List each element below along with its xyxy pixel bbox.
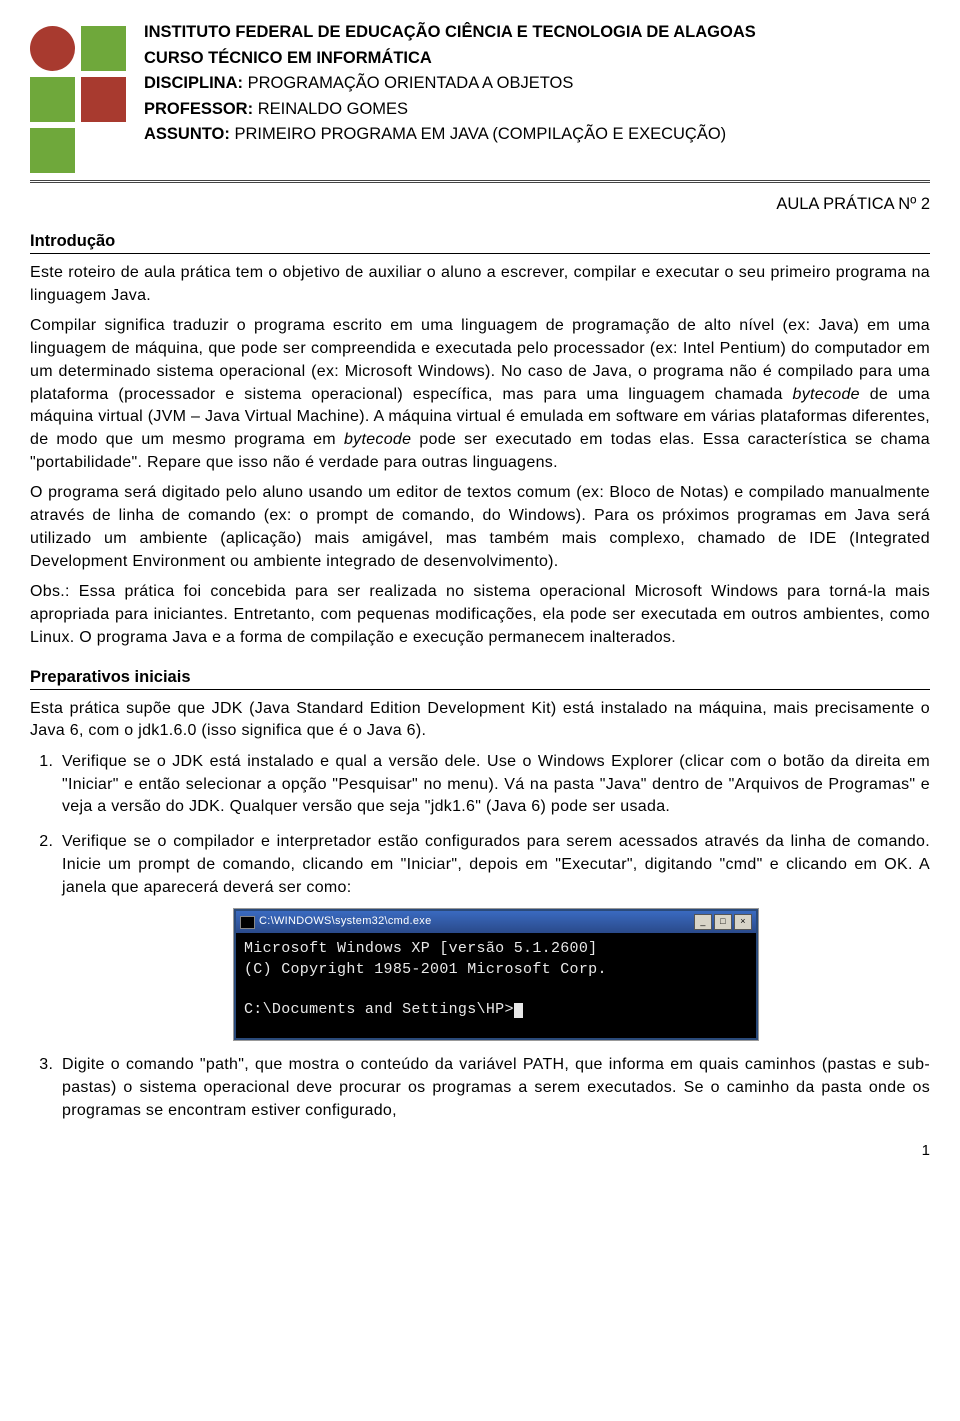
list-item: Digite o comando "path", que mostra o co… [58, 1054, 930, 1122]
cmd-titlebar: C:\WINDOWS\system32\cmd.exe _ □ × [236, 911, 756, 933]
prep-paragraph-1: Esta prática supõe que JDK (Java Standar… [30, 698, 930, 743]
discipline-line: DISCIPLINA: PROGRAMAÇÃO ORIENTADA A OBJE… [144, 71, 930, 97]
logo-shape [81, 77, 126, 122]
page-number: 1 [30, 1142, 930, 1159]
italic-term: bytecode [793, 386, 860, 403]
minimize-icon: _ [694, 914, 712, 930]
cursor-icon [514, 1003, 523, 1018]
logo-shape [81, 26, 126, 71]
window-controls: _ □ × [694, 914, 752, 930]
cmd-title-text: C:\WINDOWS\system32\cmd.exe [259, 914, 432, 930]
institution-name: INSTITUTO FEDERAL DE EDUCAÇÃO CIÊNCIA E … [144, 20, 930, 46]
cmd-prompt: C:\Documents and Settings\HP> [244, 1001, 514, 1018]
lesson-number: AULA PRÁTICA Nº 2 [30, 195, 930, 214]
step-text: Verifique se o compilador e interpretado… [62, 833, 930, 895]
professor-line: PROFESSOR: REINALDO GOMES [144, 97, 930, 123]
subject-value: PRIMEIRO PROGRAMA EM JAVA (COMPILAÇÃO E … [230, 125, 726, 143]
discipline-label: DISCIPLINA: [144, 74, 243, 92]
professor-label: PROFESSOR: [144, 100, 253, 118]
course-name: CURSO TÉCNICO EM INFORMÁTICA [144, 46, 930, 72]
cmd-icon [240, 916, 255, 929]
cmd-window-screenshot: C:\WINDOWS\system32\cmd.exe _ □ × Micros… [234, 909, 758, 1040]
italic-term: bytecode [344, 431, 411, 448]
section-prep-title: Preparativos iniciais [30, 668, 930, 690]
logo-shape [30, 128, 75, 173]
subject-label: ASSUNTO: [144, 125, 230, 143]
logo-shape [30, 26, 75, 71]
section-intro-title: Introdução [30, 232, 930, 254]
subject-line: ASSUNTO: PRIMEIRO PROGRAMA EM JAVA (COMP… [144, 122, 930, 148]
intro-paragraph-3: O programa será digitado pelo aluno usan… [30, 482, 930, 573]
header-divider [30, 180, 930, 183]
list-item: Verifique se o compilador e interpretado… [58, 831, 930, 1040]
intro-paragraph-2: Compilar significa traduzir o programa e… [30, 315, 930, 474]
list-item: Verifique se o JDK está instalado e qual… [58, 751, 930, 819]
logo-shape [30, 77, 75, 122]
cmd-line: Microsoft Windows XP [versão 5.1.2600] [244, 940, 597, 957]
discipline-value: PROGRAMAÇÃO ORIENTADA A OBJETOS [243, 74, 573, 92]
cmd-line: (C) Copyright 1985-2001 Microsoft Corp. [244, 961, 607, 978]
close-icon: × [734, 914, 752, 930]
institution-logo [30, 20, 130, 166]
professor-value: REINALDO GOMES [253, 100, 408, 118]
prep-steps-list: Verifique se o JDK está instalado e qual… [30, 751, 930, 1122]
maximize-icon: □ [714, 914, 732, 930]
document-header: INSTITUTO FEDERAL DE EDUCAÇÃO CIÊNCIA E … [30, 20, 930, 166]
intro-paragraph-1: Este roteiro de aula prática tem o objet… [30, 262, 930, 307]
cmd-output: Microsoft Windows XP [versão 5.1.2600] (… [236, 933, 756, 1038]
intro-paragraph-4: Obs.: Essa prática foi concebida para se… [30, 581, 930, 649]
